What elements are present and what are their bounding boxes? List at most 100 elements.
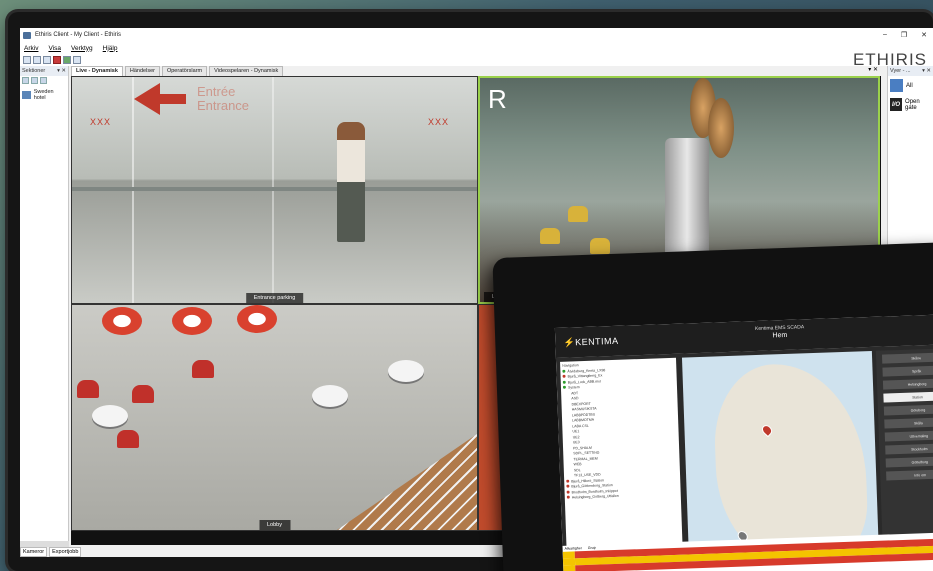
- person: [337, 122, 365, 242]
- lounge-chair: [590, 238, 610, 254]
- tab-menu-close[interactable]: ▾ ✕: [868, 66, 881, 76]
- nav-tree-label: LABA CSL: [572, 423, 589, 428]
- nav-tree-label: TF13_USE_VDD: [573, 472, 601, 478]
- settings-icon[interactable]: [73, 56, 81, 64]
- menu-hjalp[interactable]: Hjälp: [103, 45, 118, 52]
- sections-panel-pin[interactable]: ▾ ✕: [57, 68, 66, 74]
- view-label: All: [906, 82, 913, 89]
- nav-tree-label: UE1: [572, 429, 580, 434]
- recording-indicator: R: [488, 84, 507, 114]
- scada-title: Kentima EMS SCADA Hem: [754, 324, 805, 340]
- scada-screen: ⚡KENTIMA Kentima EMS SCADA Hem Navigatio…: [554, 314, 933, 571]
- nav-tree-label: PD_SHALM: [572, 445, 592, 450]
- scada-side-button[interactable]: Stockholm: [885, 443, 933, 455]
- red-chair: [132, 385, 154, 403]
- status-dot-icon: [562, 385, 566, 389]
- scada-side-button[interactable]: Uttvemaling: [884, 430, 933, 442]
- ceiling-lamp: [172, 307, 212, 335]
- ceiling-lamp: [102, 307, 142, 335]
- scada-side-button[interactable]: Station: [883, 391, 933, 403]
- toolbar: [20, 54, 933, 66]
- status-dot-icon: [566, 495, 570, 499]
- close-button[interactable]: ✕: [921, 31, 927, 39]
- sort-icon[interactable]: [22, 77, 29, 84]
- scada-side-button[interactable]: Info om: [886, 469, 933, 481]
- view-open-gate[interactable]: I/O Open gate: [888, 95, 933, 114]
- delete-icon[interactable]: [40, 77, 47, 84]
- views-panel-pin[interactable]: ▾ ✕: [922, 68, 931, 74]
- folder-icon[interactable]: [31, 77, 38, 84]
- scada-side-button[interactable]: Göteborg: [883, 404, 933, 416]
- revolving-door: [665, 138, 709, 258]
- camera-entrance-parking[interactable]: Entrée Entrance XXX XXX Entrance parking: [71, 76, 478, 304]
- nav-tree-label: UE3: [572, 440, 580, 445]
- pendant-lamp: [708, 98, 734, 158]
- status-dot-icon: [566, 484, 570, 488]
- alarm-header: Grup: [587, 545, 596, 550]
- minimize-button[interactable]: –: [883, 31, 887, 39]
- scada-side-button[interactable]: Helsingborg: [882, 378, 933, 390]
- view-label: Open gate: [905, 98, 920, 111]
- scada-side-button[interactable]: Göttelborg: [885, 456, 933, 468]
- record-icon[interactable]: [53, 56, 61, 64]
- arrow-icon: [134, 83, 160, 115]
- camera-caption: Entrance parking: [245, 293, 304, 303]
- nav-tree-label: SDPL_SETTING: [573, 450, 600, 456]
- camera-caption: Lobby: [259, 520, 290, 530]
- refresh-icon[interactable]: [43, 56, 51, 64]
- nav-tree-label: TERMAL_MEM: [573, 456, 598, 461]
- view-icon: [890, 79, 903, 92]
- tablet-device: ⚡KENTIMA Kentima EMS SCADA Hem Navigatio…: [492, 242, 933, 571]
- app-icon: [23, 31, 31, 39]
- sections-panel-title: Sektioner: [22, 68, 46, 74]
- tree-item-sweden-hotel[interactable]: Sweden hotel: [20, 86, 68, 104]
- nav-tree-label: WEB: [573, 462, 582, 467]
- lounge-chair: [540, 228, 560, 244]
- menu-visa[interactable]: Visa: [48, 45, 61, 52]
- menu-arkiv[interactable]: Arkiv: [24, 45, 38, 52]
- red-chair: [77, 380, 99, 398]
- scada-side-button[interactable]: Skåla: [884, 417, 933, 429]
- tab-handelser[interactable]: Händelser: [124, 66, 160, 76]
- status-dot-icon: [562, 374, 566, 378]
- title-bar: Ethiris Client - My Client - Ethiris – ❐…: [20, 28, 933, 42]
- nav-tree-label: Bjurå_Lock_ABB.mxl: [567, 378, 601, 385]
- scada-side-button[interactable]: Språk: [882, 365, 933, 377]
- arrow-bar: [158, 94, 186, 104]
- io-icon: I/O: [890, 98, 903, 111]
- alarm-header: Allvarligher: [564, 546, 582, 551]
- site-icon: [22, 91, 31, 99]
- tab-operatorslarm[interactable]: Operatörslarm: [161, 66, 208, 76]
- maximize-button[interactable]: ❐: [901, 31, 907, 39]
- nav-tree-label: Bjurå_Vittangiberg_Ex: [567, 373, 603, 379]
- nav-tree-label: Åtvidaberg_Kneta_LX98: [567, 367, 606, 374]
- tab-videospelaren[interactable]: Videospelaren - Dynamisk: [209, 66, 284, 76]
- status-dot-icon: [562, 369, 566, 373]
- privacy-mask: XXX: [428, 117, 450, 127]
- view-all[interactable]: All: [888, 76, 933, 95]
- nav-tree-label: LABBMOTMA: [572, 417, 595, 423]
- nav-tree-label: System: [567, 385, 580, 390]
- nav-tree-label: UE2: [572, 434, 580, 439]
- scada-side-button[interactable]: Skåne: [881, 352, 933, 364]
- nav-tree-label: Bjurå_Göthenborg_Station: [571, 483, 613, 489]
- menu-bar: Arkiv Visa Verktyg Hjälp: [20, 42, 933, 54]
- scada-body: Navigation Åtvidaberg_Kneta_LX98 Bjurå_Vi…: [555, 344, 933, 571]
- red-chair: [117, 430, 139, 448]
- status-dot-icon: [562, 380, 566, 384]
- railing: [72, 187, 477, 191]
- nav-tree-label: DBEXPORT: [571, 401, 591, 406]
- tab-kameror[interactable]: Kameror: [20, 547, 48, 557]
- tab-live-dynamisk[interactable]: Live - Dynamisk: [71, 66, 123, 76]
- save-icon[interactable]: [33, 56, 41, 64]
- camera-lobby[interactable]: Lobby: [71, 304, 478, 531]
- nav-tree-label: ASD: [571, 396, 579, 401]
- nav-tree-label: HASMUSIKSTA: [571, 406, 597, 412]
- status-dot-icon: [566, 490, 570, 494]
- nav-tree-label: ADT: [571, 390, 579, 395]
- tab-exportjobb[interactable]: Exportjobb: [49, 547, 82, 557]
- menu-verktyg[interactable]: Verktyg: [71, 45, 93, 52]
- navigation-tree: Navigation Åtvidaberg_Kneta_LX98 Bjurå_Vi…: [560, 357, 684, 571]
- camera-icon[interactable]: [63, 56, 71, 64]
- layout-icon[interactable]: [23, 56, 31, 64]
